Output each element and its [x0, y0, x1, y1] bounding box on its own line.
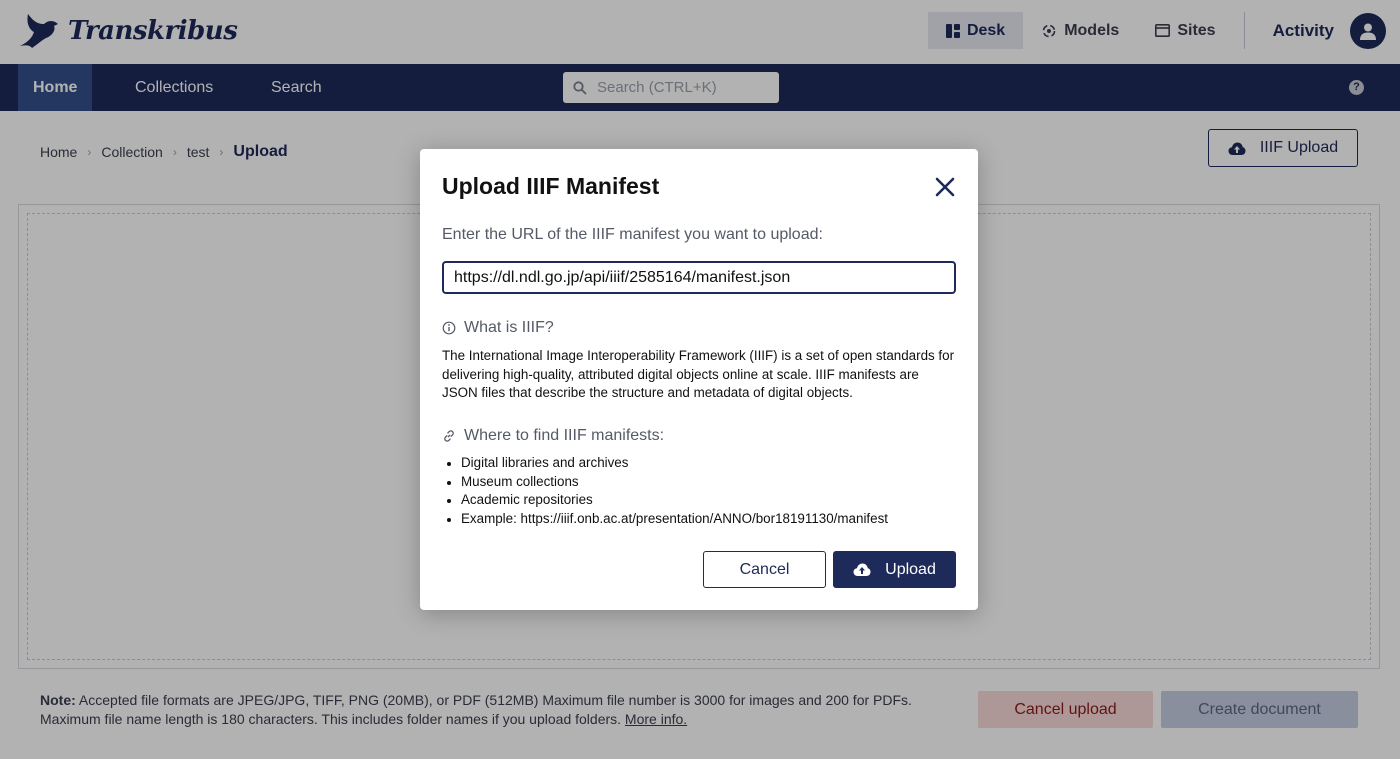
close-icon[interactable] — [932, 174, 958, 200]
link-icon — [444, 430, 454, 442]
list-item: Academic repositories — [442, 491, 962, 510]
what-is-iiif-heading: What is IIIF? — [442, 319, 554, 337]
manifest-sources-list: Digital libraries and archives Museum co… — [442, 454, 962, 528]
url-prompt: Enter the URL of the IIIF manifest you w… — [442, 226, 823, 243]
cloud-upload-icon — [853, 563, 871, 576]
what-is-iiif-label: What is IIIF? — [464, 319, 554, 336]
where-to-find-heading: Where to find IIIF manifests: — [442, 427, 664, 445]
upload-label: Upload — [885, 560, 936, 578]
list-item: Museum collections — [442, 473, 962, 492]
cancel-button[interactable]: Cancel — [703, 551, 826, 588]
info-icon — [442, 321, 456, 335]
where-to-find-label: Where to find IIIF manifests: — [464, 427, 665, 444]
iiif-description: The International Image Interoperability… — [442, 348, 955, 400]
manifest-url-input[interactable] — [442, 261, 956, 294]
list-item: Digital libraries and archives — [442, 454, 962, 473]
iiif-manifest-modal: Upload IIIF Manifest Enter the URL of th… — [420, 149, 978, 610]
list-item: Example: https://iiif.onb.ac.at/presenta… — [442, 510, 962, 529]
modal-title: Upload IIIF Manifest — [442, 173, 660, 199]
upload-button[interactable]: Upload — [833, 551, 956, 588]
